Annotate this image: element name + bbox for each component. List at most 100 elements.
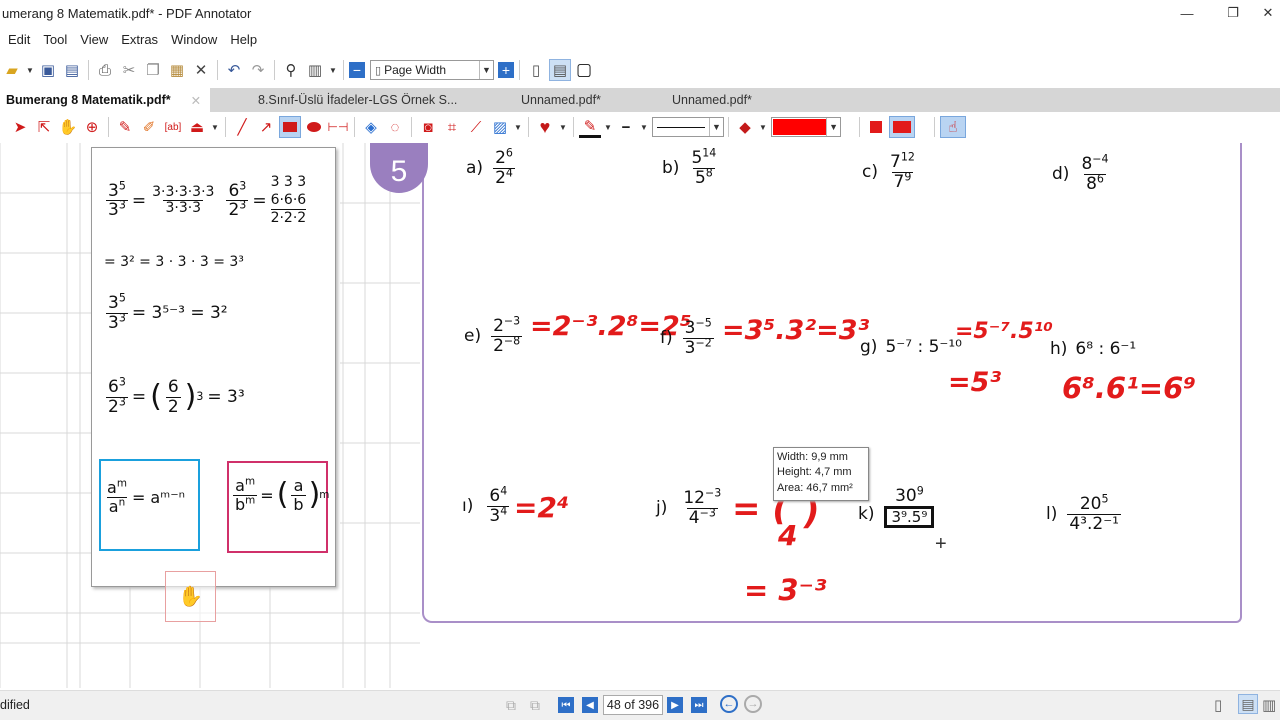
annotation-g-1[interactable]: =5⁻⁷.5¹⁰	[955, 319, 1053, 344]
open-folder-icon[interactable]: ▰	[1, 59, 23, 81]
copy-icon[interactable]: ❐	[142, 59, 164, 81]
zoom-in-icon[interactable]: +	[498, 62, 514, 78]
continuous-page-icon[interactable]: ▤	[549, 59, 571, 81]
fullscreen-icon[interactable]: ▢	[573, 59, 595, 81]
annotation-f[interactable]: =3⁵.3²=3³	[722, 315, 869, 346]
pen-color-icon[interactable]: ✎	[579, 116, 601, 138]
separator	[108, 117, 109, 137]
line-width-select[interactable]: ▼	[652, 117, 724, 137]
fill-color-select[interactable]: ▼	[771, 117, 841, 137]
problem-c: c) 712 79	[862, 150, 915, 192]
go-forward-icon[interactable]: →	[744, 695, 762, 713]
camera-icon[interactable]: ◙	[417, 116, 439, 138]
dash-dropdown-icon[interactable]: ▼	[639, 116, 649, 138]
annotation-h[interactable]: 6⁸.6¹=6⁹	[1062, 371, 1196, 405]
example-1: 35 33 = 3·3·3·3·3 3·3·3 63 23 = 3 3 3 6·6·6…	[106, 174, 307, 226]
tab-lgs[interactable]: 8.Sınıf-Üslü İfadeler-LGS Örnek S...	[210, 88, 480, 112]
arrow-line-icon[interactable]: ↗	[255, 116, 277, 138]
zoom-out-icon[interactable]: −	[349, 62, 365, 78]
lasso-icon[interactable]: ◌	[384, 116, 406, 138]
tab-bumerang[interactable]: Bumerang 8 Matematik.pdf* ✕	[0, 88, 210, 112]
zoom-icon[interactable]: ⊕	[81, 116, 103, 138]
save-icon[interactable]: ▣	[37, 59, 59, 81]
rule-power-quotient: 63 23 = ( 62 ) 3 = 3³	[106, 375, 245, 417]
highlighter-icon[interactable]: ✐	[138, 116, 160, 138]
menu-view[interactable]: View	[72, 32, 113, 47]
favorite-heart-icon[interactable]: ♥	[534, 116, 556, 138]
layout-dropdown-icon[interactable]: ▼	[328, 59, 338, 81]
touch-draw-icon[interactable]: ☝	[940, 116, 966, 138]
undo-icon[interactable]: ↶	[223, 59, 245, 81]
go-back-icon[interactable]: ←	[720, 695, 738, 713]
pen-color-dropdown-icon[interactable]: ▼	[603, 116, 613, 138]
redo-icon[interactable]: ↷	[247, 59, 269, 81]
ruler-icon[interactable]: ⟋	[465, 116, 487, 138]
separator	[225, 117, 226, 137]
print-icon[interactable]: ⎙	[94, 59, 116, 81]
separator	[217, 60, 218, 80]
close-button[interactable]: ✕	[1256, 0, 1280, 26]
minimize-button[interactable]: —	[1164, 0, 1210, 26]
page-icon: ▯	[375, 64, 382, 77]
image-icon[interactable]: ▨	[489, 116, 511, 138]
menu-tool[interactable]: Tool	[35, 32, 72, 47]
text-box-icon[interactable]: [ab]	[162, 116, 184, 138]
select-arrow-icon[interactable]: ➤	[9, 116, 31, 138]
menu-window[interactable]: Window	[163, 32, 222, 47]
annotation-i[interactable]: =2⁴	[514, 491, 569, 524]
crop-icon[interactable]: ⌗	[441, 116, 463, 138]
stamp-icon[interactable]: ⏏	[186, 116, 208, 138]
selected-rectangle-annotation[interactable]: 3⁹.5⁹	[884, 505, 935, 529]
next-page-button[interactable]: ▶	[667, 697, 683, 713]
document-viewer[interactable]: 35 33 = 3·3·3·3·3 3·3·3 63 23 = 3 3 3 6·6·6…	[0, 143, 1280, 688]
paste-icon[interactable]: ▦	[166, 59, 188, 81]
maximize-button[interactable]: ❐	[1210, 0, 1256, 26]
forward-history-icon[interactable]: ⧉	[530, 697, 540, 714]
tab-close-icon[interactable]: ✕	[191, 93, 201, 108]
last-page-button[interactable]: ⏭	[691, 697, 707, 713]
fill-solid-icon[interactable]	[865, 116, 887, 138]
single-page-icon[interactable]: ▯	[525, 59, 547, 81]
select-text-icon[interactable]: ⇱	[33, 116, 55, 138]
cut-icon[interactable]: ✂	[118, 59, 140, 81]
measure-icon[interactable]: ⊢⊣	[327, 116, 349, 138]
separator	[354, 117, 355, 137]
back-history-icon[interactable]: ⧉	[506, 697, 516, 714]
page-number-field[interactable]: 48 of 396	[603, 695, 663, 715]
stamp-dropdown-icon[interactable]: ▼	[210, 116, 220, 138]
first-page-button[interactable]: ⏮	[558, 697, 574, 713]
tab-unnamed-1[interactable]: Unnamed.pdf*	[480, 88, 640, 112]
dash-style-icon[interactable]: −	[615, 116, 637, 138]
fill-border-icon[interactable]	[889, 116, 915, 138]
two-page-view-icon[interactable]: ▥	[1262, 696, 1276, 714]
chevron-down-icon: ▼	[479, 61, 493, 79]
menu-extras[interactable]: Extras	[113, 32, 163, 47]
open-dropdown-icon[interactable]: ▼	[25, 59, 35, 81]
annotation-j-den[interactable]: 4	[778, 519, 797, 552]
fill-dropdown-icon[interactable]: ▼	[758, 116, 768, 138]
line-icon[interactable]: ╱	[231, 116, 253, 138]
eraser-icon[interactable]: ◈	[360, 116, 382, 138]
document-tabs: Bumerang 8 Matematik.pdf* ✕ 8.Sınıf-Üslü…	[0, 88, 1280, 112]
layout-icon[interactable]: ▥	[304, 59, 326, 81]
find-icon[interactable]: ⚲	[280, 59, 302, 81]
annotation-j-result[interactable]: = 3⁻³	[744, 573, 827, 607]
prev-page-button[interactable]: ◀	[582, 697, 598, 713]
zoom-mode-select[interactable]: ▯ Page Width ▼	[370, 60, 494, 80]
continuous-view-icon[interactable]: ▤	[1238, 694, 1258, 714]
menu-edit[interactable]: Edit	[0, 32, 35, 47]
delete-icon[interactable]: ✕	[190, 59, 212, 81]
save-as-icon[interactable]: ▤	[61, 59, 83, 81]
single-page-view-icon[interactable]: ▯	[1214, 696, 1222, 714]
problem-h: h) 6⁸ : 6⁻¹	[1050, 339, 1137, 359]
tab-unnamed-2[interactable]: Unnamed.pdf*	[640, 88, 800, 112]
fill-bucket-icon[interactable]: ◆	[734, 116, 756, 138]
image-dropdown-icon[interactable]: ▼	[513, 116, 523, 138]
pen-icon[interactable]: ✎	[114, 116, 136, 138]
hand-icon[interactable]: ✋	[57, 116, 79, 138]
rectangle-icon[interactable]	[279, 116, 301, 138]
menu-help[interactable]: Help	[222, 32, 262, 47]
favorite-dropdown-icon[interactable]: ▼	[558, 116, 568, 138]
annotation-g-2[interactable]: =5³	[948, 367, 1001, 398]
ellipse-icon[interactable]	[303, 116, 325, 138]
